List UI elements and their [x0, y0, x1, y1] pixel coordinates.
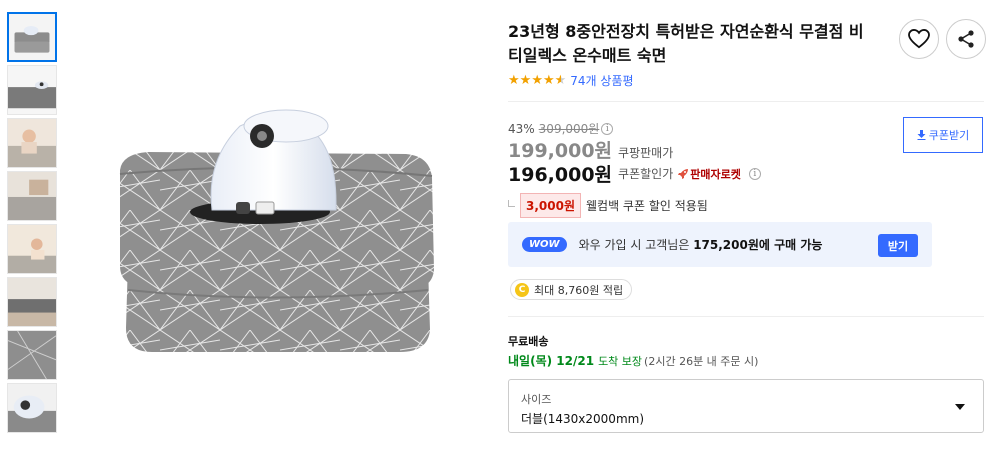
coupon-button-label: 쿠폰받기	[928, 129, 970, 142]
share-icon	[958, 30, 974, 48]
sale-price-label: 쿠팡판매가	[618, 146, 674, 160]
product-info: 23년형 8중안전장치 특허받은 자연순환식 무결점 비티일렉스 온수매트 숙면…	[508, 0, 992, 451]
wow-membership-box: WOW 와우 가입 시 고객님은 175,200원에 구매 가능 받기	[508, 222, 932, 267]
wow-text: 와우 가입 시 고객님은 175,200원에 구매 가능	[579, 236, 823, 253]
half-star-icon: ★	[554, 73, 567, 88]
coupon-price: 196,000원	[508, 164, 613, 186]
star-rating: ★ ★ ★ ★ ★	[508, 74, 566, 87]
info-icon[interactable]: i	[748, 167, 761, 180]
cash-reward-text: 최대 8,760원 적립	[534, 283, 624, 297]
star-icon: ★	[531, 73, 543, 88]
thumbnail-4[interactable]	[7, 171, 57, 221]
tree-connector	[508, 200, 515, 207]
star-icon: ★	[508, 73, 520, 88]
wow-get-button[interactable]: 받기	[878, 234, 918, 257]
review-count-link[interactable]: 74개 상품평	[570, 72, 633, 89]
thumbnail-1[interactable]	[7, 12, 57, 62]
download-icon	[917, 130, 926, 140]
wow-badge: WOW	[522, 237, 567, 252]
cash-reward-badge: C 최대 8,760원 적립	[510, 279, 633, 300]
thumbnail-6[interactable]	[7, 277, 57, 327]
thumbnail-8[interactable]	[7, 383, 57, 433]
sale-price-row: 199,000원 쿠팡판매가	[508, 136, 673, 163]
rocket-label: 판매자로켓	[690, 167, 741, 181]
thumbnail-2[interactable]	[7, 65, 57, 115]
cash-icon: C	[515, 282, 529, 297]
welcome-coupon-text: 웰컴백 쿠폰 할인 적용됨	[586, 199, 708, 213]
info-icon[interactable]: i	[601, 122, 614, 135]
option-value: 더블(1430x2000mm)	[521, 412, 645, 426]
product-title: 23년형 8중안전장치 특허받은 자연순환식 무결점 비티일렉스 온수매트 숙면	[508, 22, 864, 65]
coupon-download-button[interactable]: 쿠폰받기	[903, 117, 983, 153]
coupon-price-row: 196,000원 쿠폰할인가 판매자로켓 i	[508, 160, 761, 187]
delivery-date: 내일(목) 12/21	[508, 354, 595, 368]
delivery-note: (2시간 26분 내 주문 시)	[644, 355, 759, 368]
delivery-guarantee: 도착 보장	[598, 355, 643, 368]
welcome-coupon-amount: 3,000원	[520, 193, 581, 218]
wishlist-button[interactable]	[899, 19, 939, 59]
star-icon: ★	[519, 73, 532, 88]
main-product-image[interactable]	[100, 90, 440, 365]
heart-icon	[908, 29, 930, 49]
size-option-select[interactable]: 사이즈 더블(1430x2000mm)	[508, 379, 984, 433]
discount-rate: 43%	[508, 121, 535, 136]
discount-row: 43% 309,000원 i	[508, 120, 614, 137]
thumbnail-5[interactable]	[7, 224, 57, 274]
wow-text-suffix: 에 구매 가능	[758, 238, 823, 252]
option-label: 사이즈	[521, 393, 552, 406]
coupon-price-label: 쿠폰할인가	[618, 167, 674, 181]
sale-price: 199,000원	[508, 140, 613, 162]
divider	[508, 316, 984, 317]
thumbnail-3[interactable]	[7, 118, 57, 168]
thumbnail-list	[7, 12, 57, 436]
welcome-coupon-row: 3,000원 웰컴백 쿠폰 할인 적용됨	[508, 193, 708, 218]
delivery-info: 내일(목) 12/21 도착 보장 (2시간 26분 내 주문 시)	[508, 352, 758, 369]
seller-rocket-badge: 판매자로켓	[677, 166, 741, 182]
thumbnail-7[interactable]	[7, 330, 57, 380]
original-price: 309,000원	[538, 122, 600, 136]
wow-text-prefix: 와우 가입 시 고객님은	[578, 238, 694, 252]
chevron-down-icon	[955, 404, 965, 410]
share-button[interactable]	[946, 19, 986, 59]
rating-summary: ★ ★ ★ ★ ★ 74개 상품평	[508, 72, 634, 89]
star-icon: ★	[542, 73, 555, 88]
shipping-label: 무료배송	[508, 335, 549, 348]
divider	[508, 101, 984, 102]
rocket-icon	[678, 168, 689, 179]
wow-price: 175,200원	[693, 238, 759, 252]
